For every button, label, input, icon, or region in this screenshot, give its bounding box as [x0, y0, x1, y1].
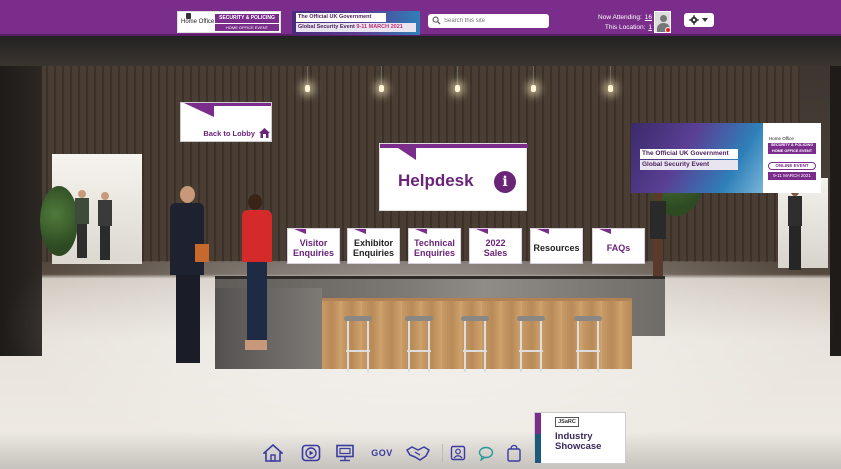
jsarc-logo: JSaRC [555, 417, 579, 427]
button-label: Exhibitor Enquiries [352, 238, 394, 258]
technical-enquiries-button[interactable]: Technical Enquiries [408, 228, 461, 264]
event-advert-banner[interactable]: The Official UK Government Global Securi… [631, 123, 821, 193]
pendant-light [305, 85, 310, 92]
exhibitor-enquiries-button[interactable]: Exhibitor Enquiries [347, 228, 400, 264]
sign-accent-bar [201, 103, 271, 106]
sales-2022-button[interactable]: 2022 Sales [469, 228, 522, 264]
top-bar: Home Office SECURITY & POLICING HOME OFF… [0, 0, 841, 36]
helpdesk-title: Helpdesk [398, 171, 474, 190]
banner-line-1: The Official UK Government [296, 13, 386, 22]
virtual-helpdesk-scene: Back to Lobby Helpdesk i Visitor Enquirie… [0, 36, 841, 469]
search-input[interactable] [444, 15, 544, 27]
pendant-cord [610, 66, 611, 85]
ceiling [0, 36, 841, 66]
chat-icon[interactable] [475, 442, 497, 464]
banner-date: 9-11 MARCH 2021 [356, 24, 403, 30]
contact-card-icon[interactable] [447, 442, 469, 464]
now-attending-row: Now Attending: 16 [582, 13, 652, 23]
background-visitor [72, 190, 92, 260]
gov-icon[interactable]: GOV [369, 442, 395, 464]
security-policing-logo[interactable]: Home Office SECURITY & POLICING HOME OFF… [177, 11, 281, 33]
homeoffice-text: Home Office [769, 136, 794, 141]
banner-date: 9-11 MARCH 2021 [768, 172, 816, 180]
bar-stool [517, 316, 545, 372]
banner-line-2-text: Global Security Event [298, 24, 355, 30]
search-icon [432, 16, 441, 25]
pendant-light [531, 85, 536, 92]
this-location-row: This Location: 1 [582, 23, 652, 33]
bag-icon[interactable] [503, 442, 525, 464]
search-box[interactable] [428, 14, 549, 28]
presentation-icon[interactable] [334, 442, 356, 464]
button-label: Technical Enquiries [413, 238, 455, 258]
bar-stool [574, 316, 602, 372]
bar-stool [344, 316, 372, 372]
online-event-badge: ONLINE EVENT [768, 162, 816, 170]
pendant-cord [307, 66, 308, 85]
pendant-cord [457, 66, 458, 85]
home-icon [259, 128, 270, 138]
this-location-label: This Location: [604, 24, 646, 31]
this-location-count[interactable]: 1 [648, 24, 652, 31]
toolbar-divider [442, 444, 443, 462]
back-to-lobby-label: Back to Lobby [203, 129, 255, 138]
button-label: 2022 Sales [483, 238, 508, 258]
sign-accent [392, 144, 416, 160]
showcase-title: Industry Showcase [555, 431, 602, 452]
button-label: FAQs [606, 243, 631, 253]
back-to-lobby-button[interactable]: Back to Lobby [180, 102, 272, 142]
attendance-info: Now Attending: 16 This Location: 1 [582, 13, 652, 35]
resources-button[interactable]: Resources [530, 228, 583, 264]
pendant-cord [533, 66, 534, 85]
pendant-light [608, 85, 613, 92]
logo-line-2: HOME OFFICE EVENT [215, 24, 279, 31]
homeoffice-text: Home Office [181, 19, 215, 25]
background-visitor [785, 188, 805, 272]
event-header-banner[interactable]: The Official UK Government Global Securi… [292, 11, 420, 35]
now-attending-count[interactable]: 16 [645, 14, 652, 21]
chevron-down-icon [702, 18, 708, 22]
showcase-accent-bar [535, 413, 541, 463]
background-visitor [96, 192, 114, 262]
status-dot [665, 27, 670, 32]
bar-stool [405, 316, 433, 372]
handshake-icon[interactable] [405, 442, 431, 464]
avatar[interactable] [654, 11, 671, 33]
faqs-button[interactable]: FAQs [592, 228, 645, 264]
home-icon[interactable] [262, 442, 284, 464]
businessman-avatar [165, 186, 213, 368]
pendant-cord [381, 66, 382, 85]
bottom-toolbar: GOV [262, 442, 532, 466]
pendant-light [455, 85, 460, 92]
banner-line-1: The Official UK Government [640, 149, 738, 159]
industry-showcase-button[interactable]: JSaRC Industry Showcase [534, 412, 626, 464]
banner-line-2: Global Security Event 9-11 MARCH 2021 [296, 23, 416, 32]
pendant-light [379, 85, 384, 92]
helpdesk-sign[interactable]: Helpdesk i [379, 143, 528, 211]
info-icon[interactable]: i [494, 171, 516, 193]
banner-logo: SECURITY & POLICING HOME OFFICE EVENT [768, 143, 816, 154]
bar-stool [461, 316, 489, 372]
button-label: Visitor Enquiries [292, 238, 334, 258]
logo-line-1: SECURITY & POLICING [215, 14, 279, 23]
settings-dropdown[interactable] [684, 13, 714, 27]
avatar-head [660, 15, 667, 22]
visitor-enquiries-button[interactable]: Visitor Enquiries [287, 228, 340, 264]
button-label: Resources [533, 243, 580, 253]
now-attending-label: Now Attending: [598, 14, 642, 21]
video-icon[interactable] [300, 442, 322, 464]
banner-line-2: Global Security Event [640, 160, 738, 170]
businesswoman-avatar [233, 194, 281, 360]
gear-icon [689, 15, 699, 25]
